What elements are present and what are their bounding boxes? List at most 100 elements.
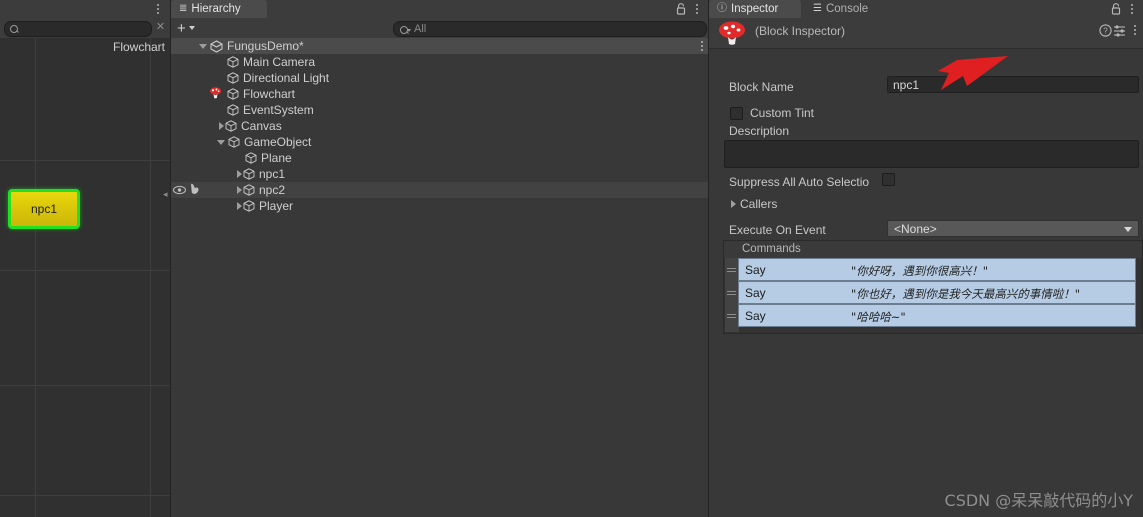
svg-text:?: ?	[1103, 27, 1108, 36]
tab-inspector-label: Inspector	[731, 3, 779, 15]
command-text: "你也好，遇到你是我今天最高兴的事情啦！"	[851, 287, 1081, 301]
flowchart-titlebar	[0, 0, 170, 18]
chevron-down-icon	[407, 29, 411, 32]
eye-icon[interactable]	[173, 184, 186, 195]
commands-header-label: Commands	[742, 243, 801, 255]
hierarchy-toolbar: + All	[171, 18, 709, 39]
grid-line-horizontal	[0, 495, 170, 496]
preset-icon[interactable]	[1113, 24, 1126, 37]
custom-tint-checkbox[interactable]	[730, 106, 743, 120]
hierarchy-row-maincamera[interactable]: Main Camera	[171, 54, 709, 70]
block-name-label: Block Name	[729, 80, 794, 94]
hierarchy-row-label: npc2	[259, 183, 286, 197]
hierarchy-search-input[interactable]: All	[393, 21, 707, 37]
execute-on-event-dropdown[interactable]: <None>	[887, 220, 1139, 237]
hierarchy-row-directionallight[interactable]: Directional Light	[171, 70, 709, 86]
block-name-value: npc1	[893, 77, 920, 92]
command-row[interactable]: Say "你好呀，遇到你很高兴！"	[738, 258, 1136, 281]
kebab-menu-icon[interactable]	[1129, 23, 1141, 37]
tab-inspector[interactable]: ⓘ Inspector	[709, 0, 801, 18]
pickability-hand-icon[interactable]	[189, 183, 201, 195]
gameobject-cube-icon	[228, 136, 240, 148]
chevron-right-icon[interactable]	[237, 202, 242, 210]
add-gameobject-button[interactable]: +	[177, 20, 195, 36]
gameobject-cube-icon	[227, 72, 239, 84]
hierarchy-row-label: Directional Light	[243, 71, 330, 85]
chevron-down-icon[interactable]	[217, 139, 225, 145]
command-row[interactable]: Say "哈哈哈~"	[738, 304, 1136, 327]
clear-x-icon[interactable]: ✕	[154, 21, 167, 34]
fungus-mushroom-icon	[717, 17, 747, 47]
flowchart-search-input[interactable]	[4, 21, 152, 37]
watermark-text: CSDN @呆呆敲代码的小Y	[944, 491, 1133, 510]
hierarchy-row-gameobject[interactable]: GameObject	[171, 134, 709, 150]
hierarchy-row-npc2[interactable]: npc2	[171, 182, 709, 198]
tab-console[interactable]: ☰ Console	[805, 0, 891, 18]
description-textarea[interactable]	[724, 140, 1139, 168]
hierarchy-search-placeholder: All	[414, 23, 427, 35]
hierarchy-tabrow: ≣ Hierarchy	[171, 0, 709, 18]
hierarchy-row-npc1[interactable]: npc1	[171, 166, 709, 182]
console-icon: ☰	[813, 3, 822, 14]
inspector-title: (Block Inspector)	[755, 24, 846, 38]
chevron-right-icon[interactable]	[219, 122, 224, 130]
gameobject-cube-icon	[227, 88, 239, 100]
grid-line-horizontal	[0, 160, 170, 161]
hierarchy-row-player[interactable]: Player	[171, 198, 709, 214]
grid-line-horizontal	[0, 270, 170, 271]
hierarchy-row-plane[interactable]: Plane	[171, 150, 709, 166]
chevron-down-icon[interactable]	[199, 43, 207, 49]
hierarchy-row-flowchart[interactable]: Flowchart	[171, 86, 709, 102]
flowchart-canvas[interactable]: Flowchart npc1	[0, 38, 170, 517]
chevron-right-icon[interactable]	[237, 186, 242, 194]
kebab-menu-icon[interactable]	[152, 2, 164, 16]
hierarchy-row-label: Player	[259, 199, 294, 213]
kebab-menu-icon[interactable]	[691, 2, 703, 16]
lock-icon[interactable]	[675, 2, 687, 16]
hierarchy-row-label: GameObject	[244, 135, 312, 149]
chevron-right-icon[interactable]	[237, 170, 242, 178]
hierarchy-tree[interactable]: FungusDemo* Main Camera Directional Light F…	[171, 38, 709, 517]
custom-tint-label: Custom Tint	[750, 106, 815, 120]
custom-tint-row[interactable]: Custom Tint	[730, 104, 814, 122]
command-drag-handle[interactable]	[727, 266, 736, 273]
flowchart-toolbar: ✕	[0, 18, 170, 39]
help-icon[interactable]: ?	[1099, 24, 1112, 37]
lock-icon[interactable]	[1110, 2, 1122, 16]
hierarchy-row-label: Flowchart	[243, 87, 296, 101]
description-row: Description	[729, 122, 789, 140]
hierarchy-row-label: npc1	[259, 167, 286, 181]
flowchart-block-npc1[interactable]: npc1	[8, 189, 80, 229]
scene-icon	[210, 39, 223, 53]
hierarchy-row-label: Plane	[261, 151, 292, 165]
hierarchy-row-label: Main Camera	[243, 55, 316, 69]
flowchart-block-label: npc1	[30, 202, 58, 216]
tab-hierarchy[interactable]: ≣ Hierarchy	[171, 0, 267, 18]
suppress-auto-selection-row: Suppress All Auto Selectio	[729, 173, 869, 191]
kebab-menu-icon[interactable]	[1126, 2, 1138, 16]
command-row[interactable]: Say "你也好，遇到你是我今天最高兴的事情啦！"	[738, 281, 1136, 304]
hierarchy-row-eventsystem[interactable]: EventSystem	[171, 102, 709, 118]
hierarchy-row-canvas[interactable]: Canvas	[171, 118, 709, 134]
gameobject-cube-icon	[227, 56, 239, 68]
kebab-menu-icon[interactable]	[701, 39, 703, 53]
grid-line-horizontal	[0, 385, 170, 386]
hierarchy-row-fungusdemo[interactable]: FungusDemo*	[171, 38, 709, 54]
gameobject-cube-icon	[227, 104, 239, 116]
command-drag-handle[interactable]	[727, 289, 736, 296]
command-drag-handle[interactable]	[727, 312, 736, 319]
chevron-down-icon	[1124, 226, 1132, 232]
execute-on-event-label: Execute On Event	[729, 223, 826, 237]
block-name-input[interactable]: npc1	[887, 76, 1139, 93]
unity-editor-window: ✕ Flowchart npc1 ◂ ≣ Hierarchy + All Fun…	[0, 0, 1143, 517]
suppress-auto-selection-checkbox[interactable]	[882, 173, 895, 186]
grid-line-vertical	[35, 38, 36, 517]
callers-foldout[interactable]: Callers	[731, 195, 777, 213]
gameobject-cube-icon	[225, 120, 237, 132]
callers-label: Callers	[740, 197, 778, 211]
suppress-auto-selection-label: Suppress All Auto Selectio	[729, 175, 870, 189]
grid-line-vertical	[150, 38, 151, 517]
